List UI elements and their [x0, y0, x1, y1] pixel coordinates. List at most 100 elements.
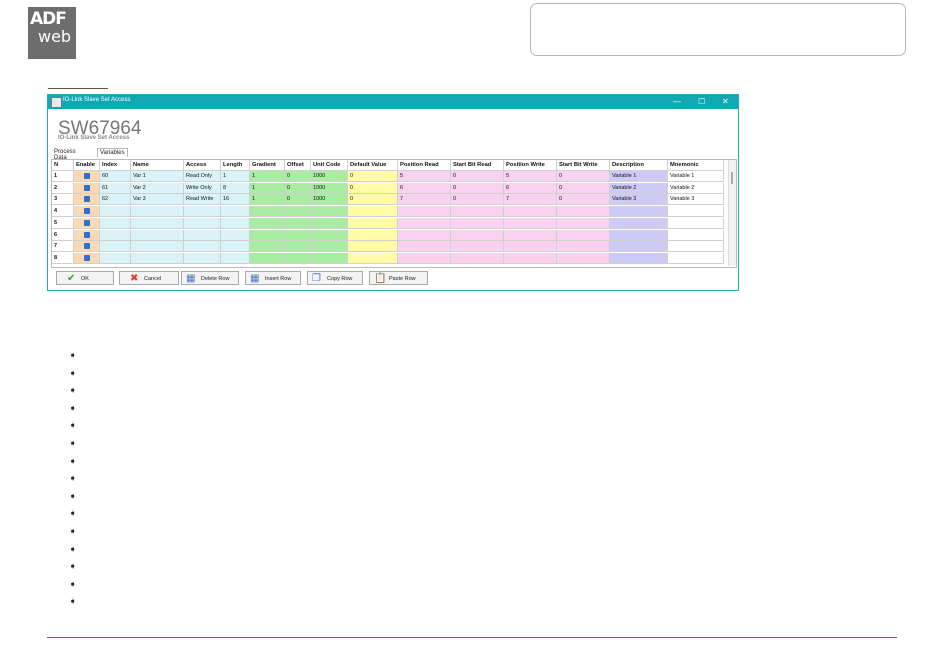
table-cell[interactable] [221, 252, 250, 264]
table-cell[interactable] [131, 241, 184, 253]
table-cell[interactable]: 5 [398, 171, 451, 182]
table-cell[interactable] [451, 241, 504, 253]
table-cell[interactable]: 6 [504, 182, 557, 194]
table-cell[interactable] [100, 206, 131, 218]
table-cell[interactable] [285, 252, 311, 264]
scrollbar-thumb[interactable] [731, 172, 733, 184]
delete-row-button[interactable]: ▦ Delete Row [181, 271, 239, 285]
enable-checkbox-cell[interactable] [74, 241, 100, 253]
table-cell[interactable]: Variable 2 [610, 182, 668, 194]
insert-row-button[interactable]: ▦ Insert Row [245, 271, 301, 285]
table-cell[interactable] [348, 252, 398, 264]
table-cell[interactable] [184, 217, 221, 229]
table-cell[interactable]: 1 [250, 182, 285, 194]
checkbox-checked-icon[interactable] [84, 196, 90, 203]
table-cell[interactable] [348, 229, 398, 241]
table-cell[interactable] [668, 229, 724, 241]
table-cell[interactable] [398, 217, 451, 229]
table-cell[interactable]: 61 [100, 182, 131, 194]
table-cell[interactable]: Var 2 [131, 182, 184, 194]
table-cell[interactable] [311, 206, 348, 218]
table-cell[interactable] [398, 241, 451, 253]
table-cell[interactable] [610, 217, 668, 229]
table-cell[interactable] [221, 241, 250, 253]
table-cell[interactable] [557, 217, 610, 229]
checkbox-checked-icon[interactable] [84, 231, 90, 238]
table-cell[interactable] [250, 241, 285, 253]
table-cell[interactable]: Variable 1 [610, 171, 668, 182]
table-cell[interactable] [348, 241, 398, 253]
table-cell[interactable] [610, 252, 668, 264]
tab-variables[interactable]: Variables [97, 148, 128, 157]
enable-checkbox-cell[interactable] [74, 217, 100, 229]
table-cell[interactable] [668, 217, 724, 229]
table-cell[interactable]: 16 [221, 194, 250, 206]
table-cell[interactable] [285, 217, 311, 229]
copy-row-button[interactable]: ❐ Copy Row [307, 271, 363, 285]
table-cell[interactable] [250, 252, 285, 264]
table-cell[interactable] [100, 241, 131, 253]
table-cell[interactable] [610, 241, 668, 253]
table-cell[interactable]: 8 [221, 182, 250, 194]
table-cell[interactable]: 0 [451, 171, 504, 182]
table-cell[interactable] [504, 206, 557, 218]
table-cell[interactable] [348, 206, 398, 218]
table-cell[interactable] [610, 206, 668, 218]
enable-checkbox-cell[interactable] [74, 229, 100, 241]
table-cell[interactable] [451, 229, 504, 241]
table-cell[interactable] [504, 252, 557, 264]
table-cell[interactable] [557, 241, 610, 253]
table-cell[interactable]: 7 [398, 194, 451, 206]
table-cell[interactable] [610, 229, 668, 241]
table-cell[interactable]: 0 [451, 194, 504, 206]
table-cell[interactable] [184, 252, 221, 264]
checkbox-checked-icon[interactable] [84, 208, 90, 215]
table-cell[interactable]: Variable 2 [668, 182, 724, 194]
table-cell[interactable] [348, 217, 398, 229]
table-cell[interactable]: Var 3 [131, 194, 184, 206]
table-cell[interactable]: 1 [221, 171, 250, 182]
table-cell[interactable] [311, 241, 348, 253]
table-cell[interactable] [504, 217, 557, 229]
checkbox-checked-icon[interactable] [84, 173, 90, 179]
enable-checkbox-cell[interactable] [74, 171, 100, 182]
table-cell[interactable]: Variable 3 [610, 194, 668, 206]
table-cell[interactable] [398, 252, 451, 264]
table-cell[interactable]: 1 [250, 171, 285, 182]
table-cell[interactable] [668, 241, 724, 253]
table-cell[interactable] [100, 229, 131, 241]
enable-checkbox-cell[interactable] [74, 252, 100, 264]
table-cell[interactable]: 0 [557, 171, 610, 182]
table-cell[interactable]: 0 [285, 171, 311, 182]
table-cell[interactable]: 1000 [311, 194, 348, 206]
table-cell[interactable] [250, 206, 285, 218]
table-cell[interactable]: 0 [348, 182, 398, 194]
table-cell[interactable] [250, 217, 285, 229]
table-cell[interactable] [504, 241, 557, 253]
table-cell[interactable] [285, 241, 311, 253]
checkbox-checked-icon[interactable] [84, 219, 90, 226]
table-cell[interactable] [131, 252, 184, 264]
checkbox-checked-icon[interactable] [84, 243, 90, 250]
table-cell[interactable] [557, 229, 610, 241]
table-cell[interactable] [100, 217, 131, 229]
table-cell[interactable] [311, 252, 348, 264]
table-cell[interactable]: Read Only [184, 171, 221, 182]
table-cell[interactable] [451, 252, 504, 264]
table-cell[interactable]: 0 [285, 182, 311, 194]
close-button[interactable]: ✕ [722, 96, 729, 108]
table-cell[interactable] [398, 206, 451, 218]
table-cell[interactable] [285, 229, 311, 241]
table-cell[interactable] [451, 217, 504, 229]
table-cell[interactable]: 0 [285, 194, 311, 206]
checkbox-checked-icon[interactable] [84, 184, 90, 191]
table-cell[interactable]: 60 [100, 171, 131, 182]
table-cell[interactable]: Read Write [184, 194, 221, 206]
minimize-button[interactable]: — [673, 96, 681, 108]
table-cell[interactable]: 62 [100, 194, 131, 206]
maximize-button[interactable]: ☐ [698, 96, 705, 108]
vertical-scrollbar[interactable] [728, 160, 736, 266]
table-cell[interactable] [398, 229, 451, 241]
table-cell[interactable]: 1000 [311, 171, 348, 182]
table-cell[interactable] [131, 206, 184, 218]
